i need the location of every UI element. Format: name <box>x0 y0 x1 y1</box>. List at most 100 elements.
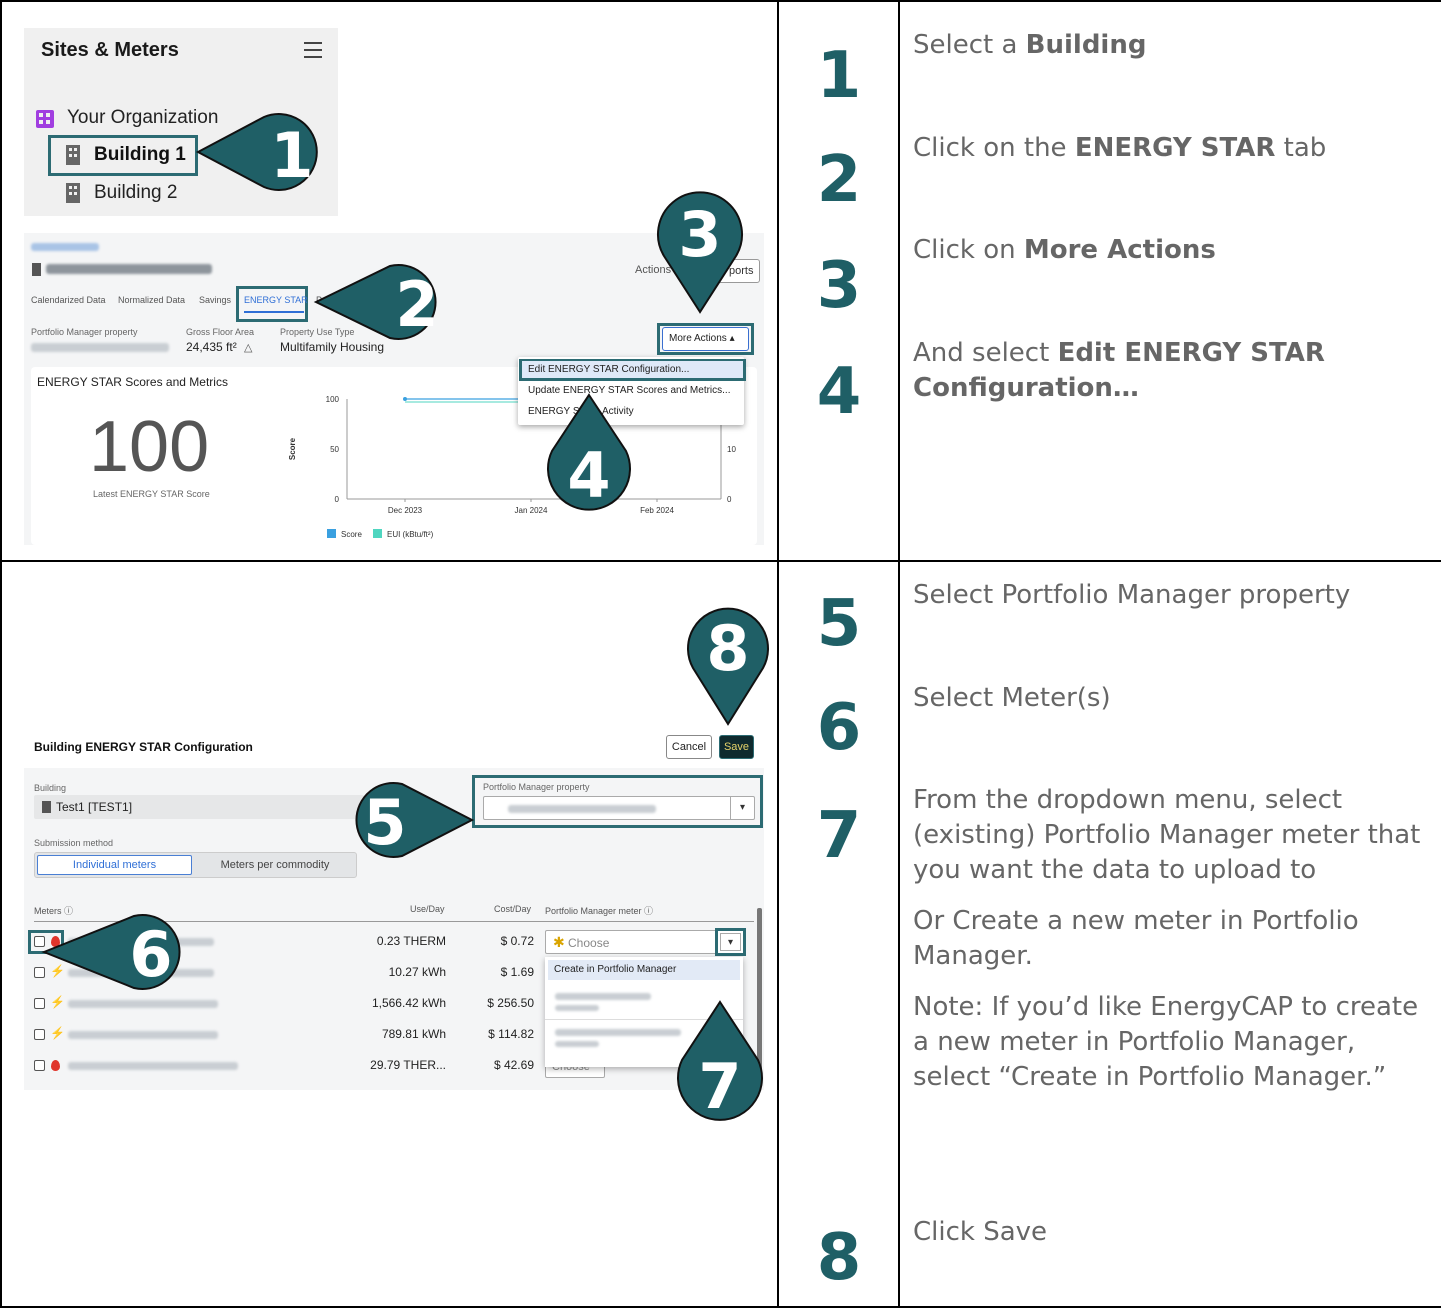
callout-4-number: 4 <box>567 439 611 512</box>
step-text-6: Select Meter(s) <box>913 683 1111 713</box>
flame-icon <box>51 1060 60 1071</box>
step-text-2: Click on the ENERGY STAR tab <box>913 133 1327 163</box>
callout-8-number: 8 <box>706 612 750 685</box>
save-button[interactable]: Save <box>719 735 754 759</box>
callout-2-number: 2 <box>395 268 439 341</box>
dropdown-arrow-icon[interactable]: ▾ <box>720 933 741 951</box>
step-text-1: Select a Building <box>913 30 1147 60</box>
step-number-5: 5 <box>816 587 862 661</box>
x-tick-label: Dec 2023 <box>388 506 423 515</box>
step-text-8: Click Save <box>913 1217 1048 1247</box>
latest-score-caption: Latest ENERGY STAR Score <box>93 489 210 499</box>
score-point <box>403 397 407 401</box>
table-row: 29.79 THER... $ 42.69 Choose <box>24 1052 624 1080</box>
dropdown-option[interactable] <box>555 993 651 1000</box>
col-use-day: Use/Day <box>410 904 445 914</box>
step-number-3: 3 <box>816 249 862 323</box>
callout-3: 3 <box>656 191 744 314</box>
active-tab-underline <box>244 311 304 313</box>
meter-name <box>68 1000 218 1008</box>
tab-calendarized[interactable]: Calendarized Data <box>31 295 106 305</box>
meter-use: 789.81 kWh <box>381 1027 446 1041</box>
dropdown-option-create[interactable]: Create in Portfolio Manager <box>548 960 740 980</box>
table-row: ⚡ 1,566.42 kWh $ 256.50 <box>24 990 544 1018</box>
tab-normalized[interactable]: Normalized Data <box>118 295 185 305</box>
dropdown-option[interactable] <box>555 1029 681 1036</box>
meter-checkbox[interactable] <box>34 1029 45 1040</box>
building-icon <box>66 145 80 165</box>
seg-individual-meters[interactable]: Individual meters <box>37 855 192 875</box>
cancel-button[interactable]: Cancel <box>666 735 712 759</box>
building-field: Test1 [TEST1] <box>34 795 364 819</box>
legend-swatch-eui <box>373 529 382 538</box>
table-row: ⚡ 789.81 kWh $ 114.82 <box>24 1021 544 1049</box>
meter-use: 0.23 THERM <box>376 934 446 948</box>
meter-cost: $ 0.72 <box>500 934 534 948</box>
callout-3-number: 3 <box>678 198 722 271</box>
legend-label-eui: EUI (kBtu/ft²) <box>387 530 434 539</box>
meter-use: 1,566.42 kWh <box>371 996 446 1010</box>
latest-score: 100 <box>89 407 210 487</box>
callout-5: 5 <box>342 780 475 860</box>
meter-checkbox[interactable] <box>34 998 45 1009</box>
building-icon <box>42 801 51 813</box>
pm-property-label: Portfolio Manager property <box>31 327 138 337</box>
building-icon <box>66 183 80 203</box>
building-name <box>46 264 212 274</box>
step-text-7-alt: Or Create a new meter in Portfolio Manag… <box>913 906 1359 971</box>
caret-up-icon: ▴ <box>729 333 735 344</box>
sites-meters-title: Sites & Meters <box>41 39 179 61</box>
step-text-3: Click on More Actions <box>913 235 1216 265</box>
col-cost-day: Cost/Day <box>494 904 532 914</box>
step-text-4: And select Edit ENERGY STAR Configuratio… <box>913 338 1325 403</box>
step-number-2: 2 <box>816 143 862 217</box>
callout-5-number: 5 <box>363 786 407 859</box>
step-number-8: 8 <box>816 1221 862 1295</box>
pm-property-selected <box>508 805 656 813</box>
tab-energy-star[interactable]: ENERGY STAR <box>244 295 308 305</box>
step-text-7-note: Note: If you’d like EnergyCAP to create … <box>913 992 1419 1092</box>
pm-property-select[interactable]: ▾ <box>483 796 755 820</box>
pm-property-value <box>31 343 169 352</box>
building-icon <box>32 263 41 276</box>
meter-checkbox[interactable] <box>34 1060 45 1071</box>
y2-tick-label: 10 <box>727 445 736 454</box>
callout-7-number: 7 <box>698 1050 742 1123</box>
callout-8: 8 <box>686 604 770 726</box>
step-number-4: 4 <box>816 355 862 429</box>
callout-4: 4 <box>546 393 632 515</box>
meter-cost: $ 256.50 <box>487 996 534 1010</box>
step-text-7: From the dropdown menu, select (existing… <box>913 785 1421 885</box>
legend-swatch-score <box>327 529 336 538</box>
sidebar-item-building-1[interactable]: Building 1 <box>94 144 186 166</box>
callout-2: 2 <box>313 262 450 342</box>
meter-use: 29.79 THER... <box>370 1058 446 1072</box>
breadcrumb <box>31 243 99 251</box>
callout-1: 1 <box>195 111 326 193</box>
choose-placeholder: Choose <box>568 936 610 950</box>
required-asterisk-icon: ✱ <box>553 934 565 950</box>
config-title: Building ENERGY STAR Configuration <box>34 740 253 754</box>
step-number-1: 1 <box>816 39 862 113</box>
bolt-icon: ⚡ <box>50 1026 65 1040</box>
pm-property-field-label: Portfolio Manager property <box>483 782 590 792</box>
seg-meters-per-commodity[interactable]: Meters per commodity <box>195 855 355 875</box>
hamburger-menu-icon[interactable] <box>304 42 322 58</box>
menu-item-edit-config[interactable]: Edit ENERGY STAR Configuration... <box>522 361 743 378</box>
meter-use: 10.27 kWh <box>388 965 446 979</box>
meter-cost: $ 114.82 <box>488 1027 534 1041</box>
gfa-label: Gross Floor Area <box>186 327 255 337</box>
col-pm-meter: Portfolio Manager meter ⓘ <box>545 906 654 916</box>
y-tick-label: 0 <box>335 495 340 504</box>
property-use-value: Multifamily Housing <box>280 340 385 354</box>
step-text-5: Select Portfolio Manager property <box>913 580 1351 610</box>
more-actions-button[interactable]: More Actions ▴ <box>662 327 749 351</box>
x-tick-label: Feb 2024 <box>640 506 674 515</box>
bolt-icon: ⚡ <box>50 995 65 1009</box>
building-field-label: Building <box>34 783 67 793</box>
organization-label[interactable]: Your Organization <box>67 107 218 129</box>
sidebar-item-building-2[interactable]: Building 2 <box>94 182 177 204</box>
meter-cost: $ 42.69 <box>493 1058 534 1072</box>
tab-savings[interactable]: Savings <box>199 295 231 305</box>
y-axis-label: Score <box>288 437 297 460</box>
